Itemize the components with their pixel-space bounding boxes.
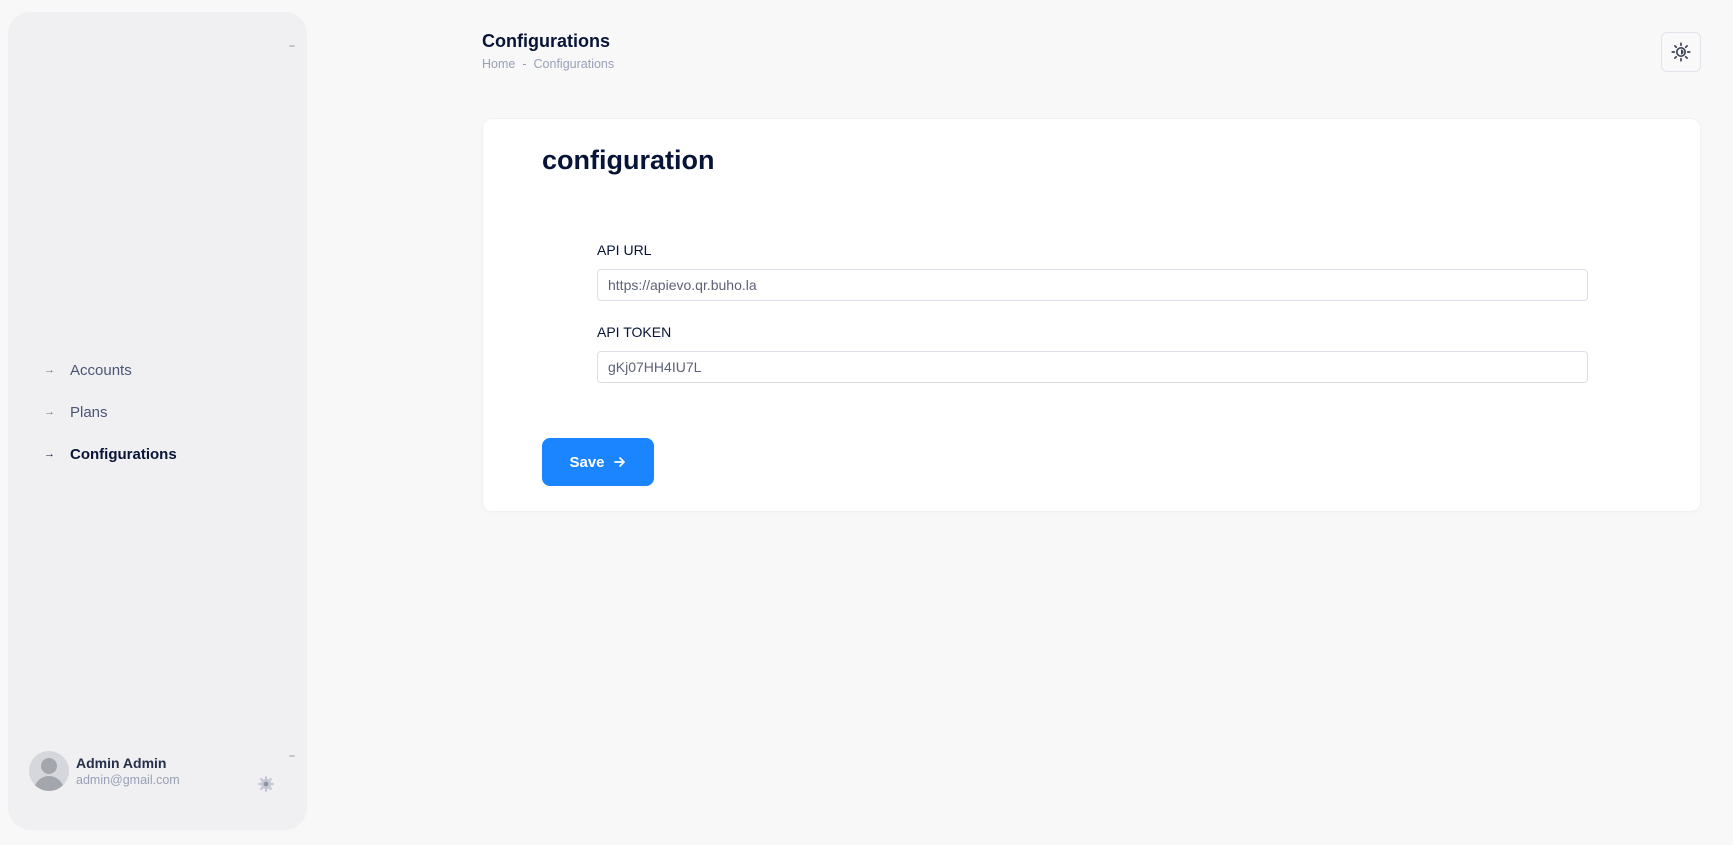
avatar[interactable] (29, 751, 69, 791)
breadcrumb-separator: - (522, 57, 527, 71)
arrow-right-icon: → (44, 406, 55, 418)
scroll-down-indicator[interactable] (289, 755, 295, 757)
avatar-body (34, 776, 64, 791)
api-url-input[interactable] (597, 269, 1588, 301)
breadcrumb: Home - Configurations (482, 57, 614, 71)
save-button-label: Save (569, 453, 605, 471)
user-info: Admin Admin admin@gmail.com (76, 755, 180, 787)
gear-icon[interactable] (257, 775, 275, 793)
sidebar-nav: → Accounts → Plans → Configurations (8, 349, 307, 475)
api-token-input[interactable] (597, 351, 1588, 383)
sidebar-item-label: Accounts (70, 361, 132, 379)
card-title: configuration (542, 145, 715, 175)
user-name: Admin Admin (76, 755, 167, 771)
arrow-right-icon: → (44, 364, 55, 376)
scroll-up-indicator[interactable] (289, 45, 295, 47)
configuration-card: configuration API URL API TOKEN Save (482, 118, 1701, 512)
sidebar: → Accounts → Plans → Configurations (8, 12, 307, 830)
sidebar-item-label: Plans (70, 403, 108, 421)
sidebar-item-plans[interactable]: → Plans (8, 391, 307, 433)
api-token-label: API TOKEN (597, 324, 672, 340)
api-url-label: API URL (597, 242, 652, 258)
breadcrumb-home[interactable]: Home (482, 57, 515, 71)
avatar-head (41, 758, 57, 774)
arrow-right-icon (613, 457, 625, 467)
sidebar-item-configurations[interactable]: → Configurations (8, 433, 307, 475)
save-button[interactable]: Save (542, 438, 654, 486)
sidebar-item-label: Configurations (70, 445, 177, 463)
arrow-right-icon: → (44, 448, 55, 460)
sun-icon (1671, 42, 1691, 62)
user-email: admin@gmail.com (76, 773, 180, 787)
sidebar-item-accounts[interactable]: → Accounts (8, 349, 307, 391)
user-profile[interactable]: Admin Admin admin@gmail.com (29, 751, 180, 791)
theme-toggle-button[interactable] (1661, 32, 1701, 72)
page-title: Configurations (482, 31, 610, 51)
breadcrumb-current: Configurations (533, 57, 615, 71)
